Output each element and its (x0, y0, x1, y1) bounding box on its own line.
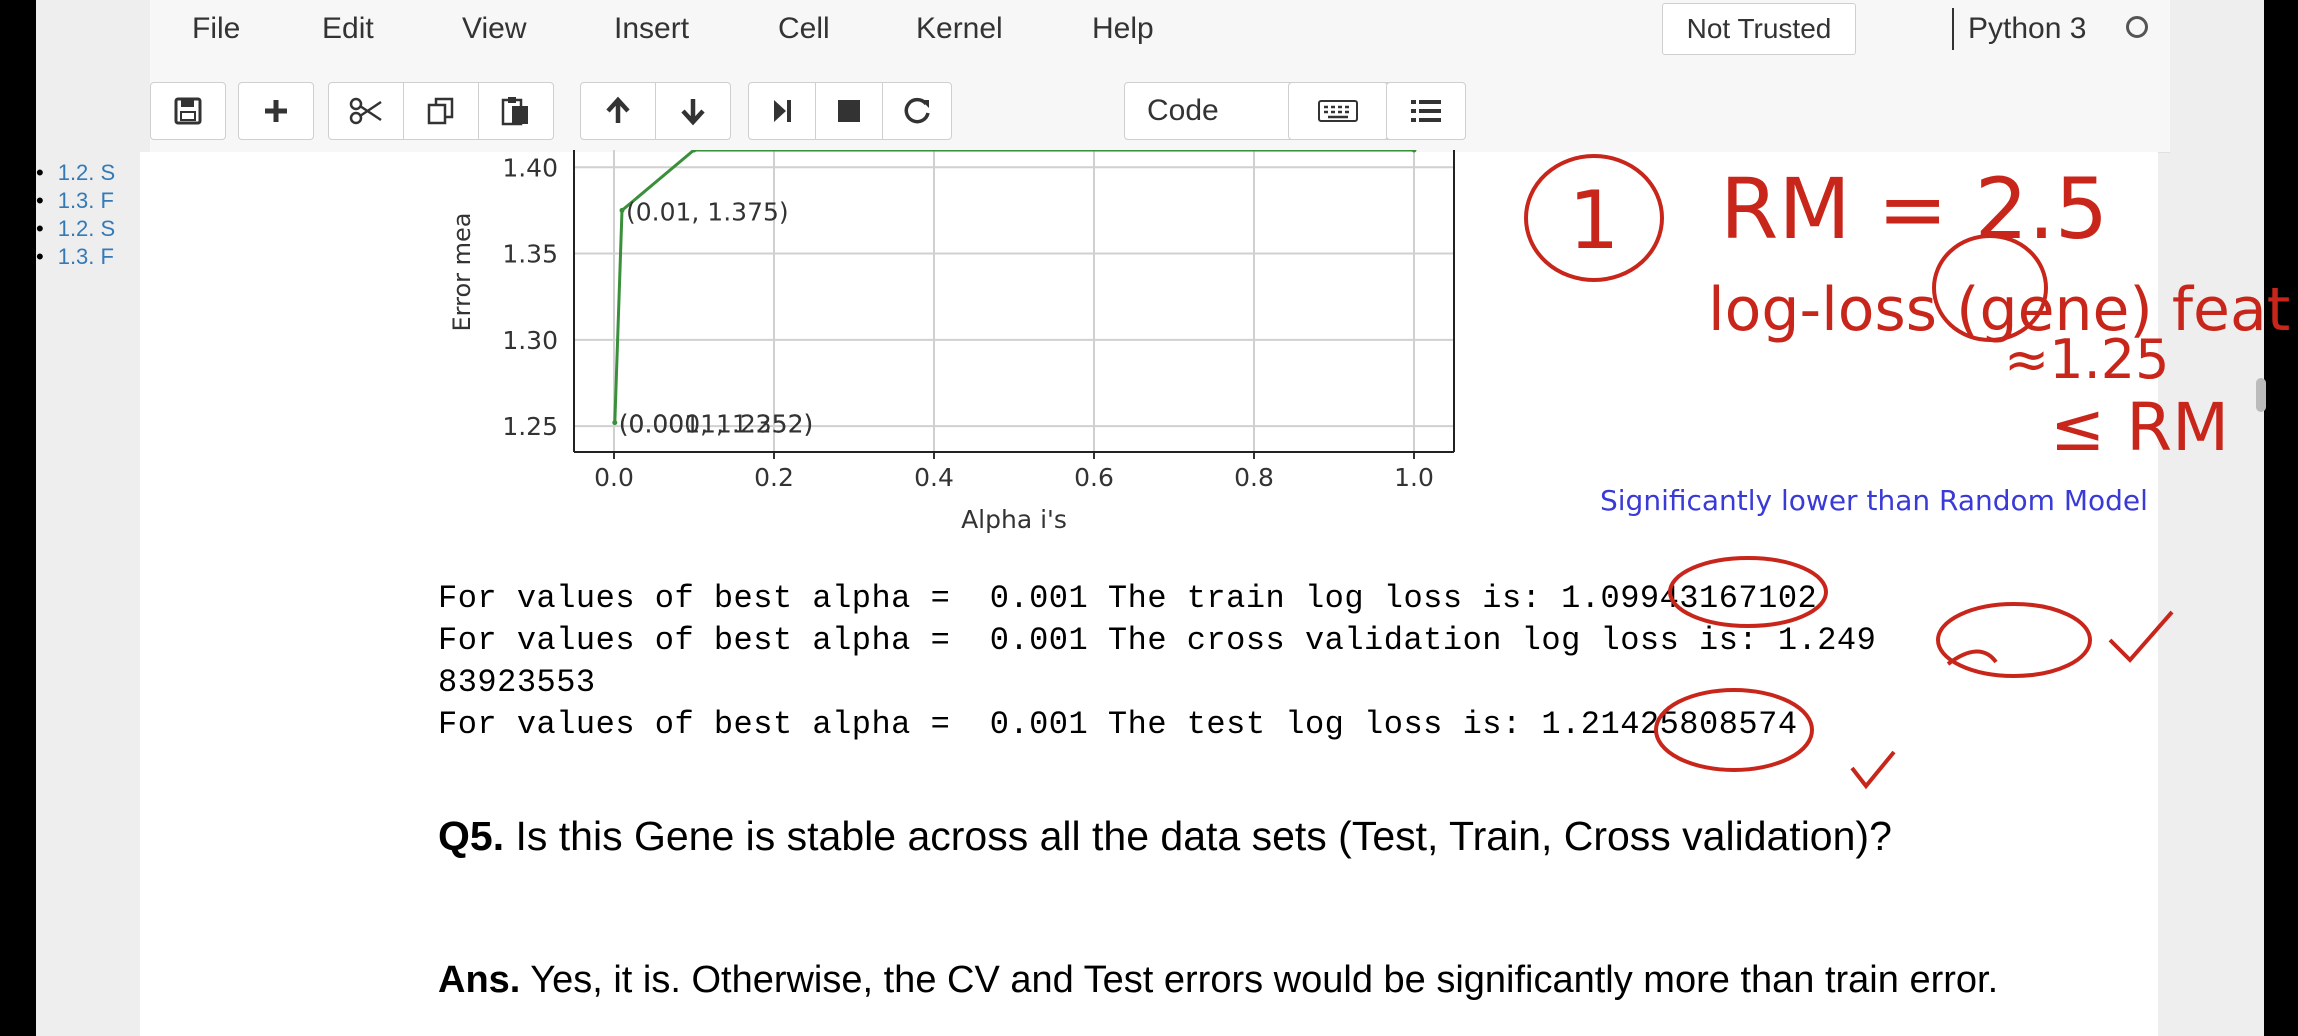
copy-icon (427, 97, 454, 125)
ans-label: Ans. (438, 959, 521, 1001)
menu-cell[interactable]: Cell (778, 12, 830, 46)
menu-kernel[interactable]: Kernel (916, 12, 1003, 46)
paste-icon (501, 97, 528, 126)
chart-ylabel: Error mea (448, 213, 476, 332)
menu-bar: File Edit View Insert Cell Kernel Help (150, 0, 2170, 59)
x-tick-label: 0.6 (1074, 463, 1114, 492)
x-tick-label: 0.2 (754, 463, 794, 492)
toolbar: Code ▲▼ (150, 58, 2170, 153)
list-icon (1411, 100, 1441, 122)
series-line (613, 150, 1414, 423)
y-tick-label: 1.35 (502, 240, 558, 269)
error-vs-alpha-chart: Error mea Alpha i's 0.0 0.2 0.4 0.6 0.8 1.0 1.… (448, 150, 1455, 534)
right-letterbox (2264, 0, 2298, 1036)
data-point (619, 207, 625, 213)
question-q5: Q5. Is this Gene is stable across all th… (438, 810, 2018, 862)
output-line-cv: For values of best alpha = 0.001 The cro… (438, 622, 1877, 659)
copy-button[interactable] (403, 82, 479, 140)
menu-edit[interactable]: Edit (322, 12, 374, 46)
restart-icon (904, 97, 930, 124)
chart-xlabel: Alpha i's (961, 505, 1067, 534)
table-of-contents: 1.2. S 1.3. F 1.2. S 1.3. F (36, 160, 136, 272)
save-icon (174, 97, 202, 125)
move-down-button[interactable] (655, 82, 731, 140)
menu-view[interactable]: View (462, 12, 526, 46)
cut-icon (349, 97, 382, 125)
move-up-button[interactable] (580, 82, 656, 140)
left-letterbox (0, 0, 36, 1036)
output-line-test: For values of best alpha = 0.001 The tes… (438, 706, 1798, 743)
kernel-name: Python 3 (1968, 12, 2087, 45)
skip-icon (774, 100, 791, 122)
command-palette-button[interactable] (1386, 82, 1466, 140)
kernel-status-icon (2126, 16, 2148, 38)
stop-icon (838, 100, 860, 122)
y-tick-label: 1.30 (502, 326, 558, 355)
point-annotation: (0.01, 1.375) (626, 197, 789, 226)
y-tick-label: 1.40 (502, 153, 558, 182)
interrupt-button[interactable] (815, 82, 883, 140)
run-next-button[interactable] (748, 82, 816, 140)
point-annotation: (0.001, 1.2352) (619, 410, 813, 439)
x-tick-label: 0.4 (914, 463, 954, 492)
toc-item[interactable]: 1.3. F (36, 188, 136, 216)
x-tick-label: 1.0 (1394, 463, 1434, 492)
ans-body: Yes, it is. Otherwise, the CV and Test e… (520, 959, 1999, 1001)
data-point (1411, 150, 1417, 153)
menu-file[interactable]: File (192, 12, 240, 46)
restart-button[interactable] (882, 82, 952, 140)
insert-cell-button[interactable] (238, 82, 314, 140)
plus-icon (265, 100, 287, 122)
toc-item[interactable]: 1.2. S (36, 160, 136, 188)
menu-help[interactable]: Help (1092, 12, 1154, 46)
kernel-separator (1952, 8, 1954, 50)
keyboard-icon (1318, 100, 1358, 122)
answer-text: Ans. Yes, it is. Otherwise, the CV and T… (438, 954, 2158, 1006)
q5-text: Is this Gene is stable across all the da… (504, 813, 1892, 859)
arrow-down-icon (681, 99, 705, 126)
annotation-note: Significantly lower than Random Model (1600, 484, 2148, 517)
cut-button[interactable] (328, 82, 404, 140)
q5-label: Q5. (438, 813, 505, 859)
cell-type-value: Code (1147, 94, 1219, 127)
y-tick-label: 1.25 (502, 412, 558, 441)
scrollbar-thumb[interactable] (2256, 378, 2266, 412)
menu-insert[interactable]: Insert (614, 12, 689, 46)
data-point (612, 420, 618, 426)
toc-item[interactable]: 1.2. S (36, 216, 136, 244)
not-trusted-button[interactable]: Not Trusted (1662, 3, 1856, 55)
x-tick-label: 0.0 (594, 463, 634, 492)
keyboard-shortcuts-button[interactable] (1288, 82, 1388, 140)
paste-button[interactable] (478, 82, 554, 140)
x-tick-label: 0.8 (1234, 463, 1274, 492)
toc-item[interactable]: 1.3. F (36, 244, 136, 272)
arrow-up-icon (606, 96, 630, 123)
save-button[interactable] (150, 82, 226, 140)
output-line-train: For values of best alpha = 0.001 The tra… (438, 580, 1818, 617)
output-line-cv-wrap: 83923553 (438, 664, 596, 701)
